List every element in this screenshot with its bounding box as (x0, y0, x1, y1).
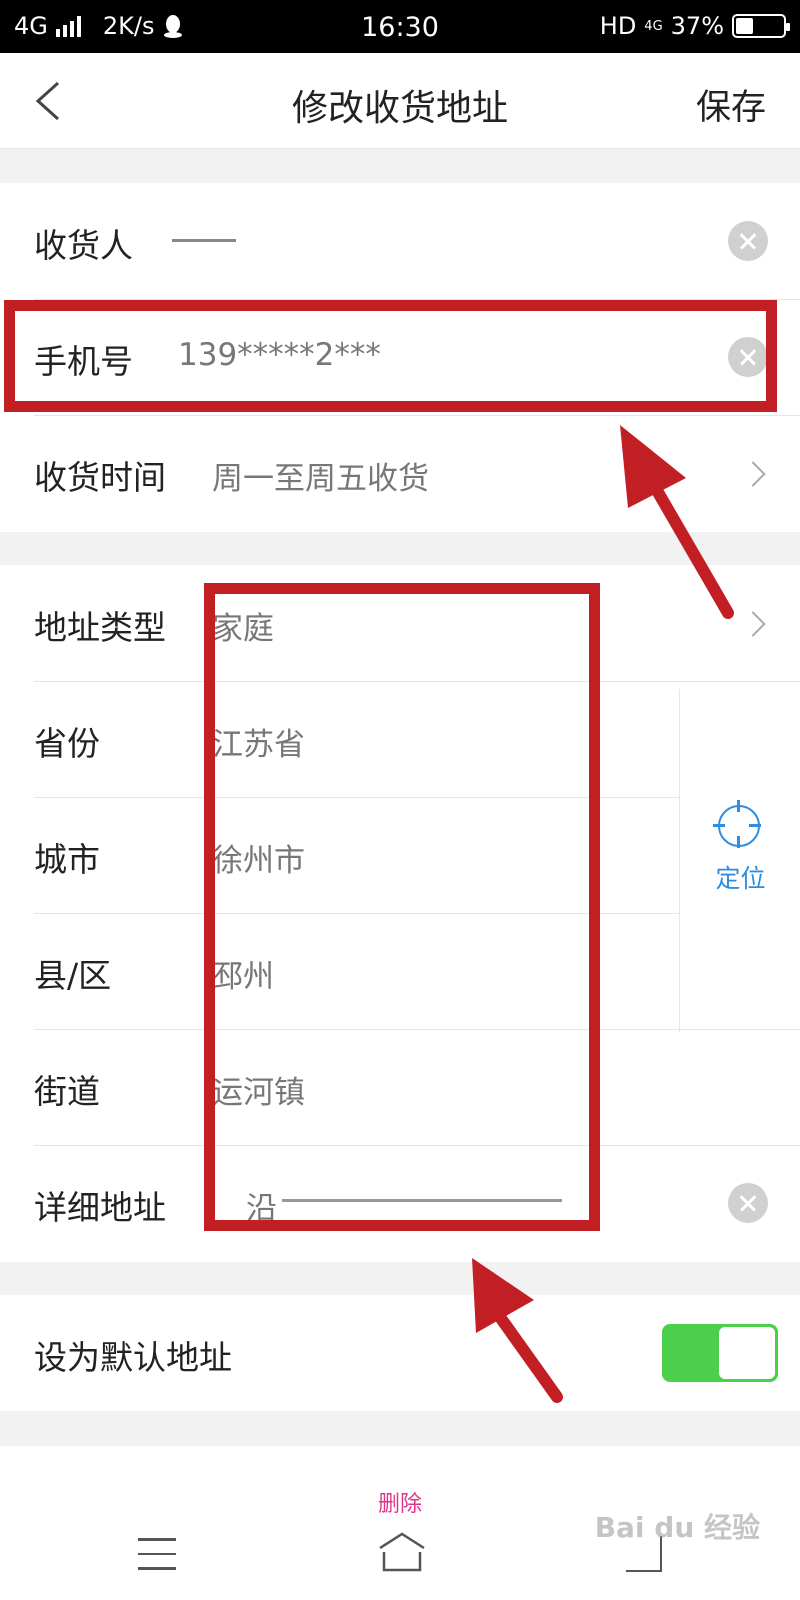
battery-percent: 37% (670, 12, 724, 40)
default-label: 设为默认地址 (34, 1338, 232, 1377)
street-label: 街道 (34, 1072, 100, 1111)
receiver-label: 收货人 (34, 226, 133, 265)
hd-indicator: HD (599, 12, 637, 40)
menu-icon[interactable] (138, 1538, 176, 1570)
annotation-address-box (204, 583, 600, 1231)
delivery-time-row[interactable]: 收货时间 周一至周五收货 (0, 415, 800, 531)
default-section: 设为默认地址 (0, 1295, 800, 1411)
delivery-time-label: 收货时间 (34, 458, 166, 497)
nav-bar: 修改收货地址 保存 (0, 53, 800, 149)
province-label: 省份 (34, 724, 100, 763)
locate-button[interactable]: 定位 (679, 689, 800, 1032)
crosshair-icon (713, 800, 761, 848)
network-small: 4G (644, 18, 663, 34)
bottom-area: 删除 Bai du 经验 (0, 1446, 800, 1600)
page-title: 修改收货地址 (291, 88, 508, 129)
clear-receiver-icon[interactable] (728, 221, 768, 261)
status-right: HD 4G 37% (599, 12, 790, 40)
locate-label: 定位 (715, 864, 766, 893)
chevron-right-icon (740, 611, 766, 637)
watermark: Bai du 经验 (594, 1511, 760, 1544)
battery-icon (732, 14, 790, 38)
battery-fill (736, 18, 753, 34)
toggle-knob (719, 1327, 775, 1379)
home-icon[interactable] (376, 1530, 428, 1574)
chevron-right-icon (740, 461, 766, 487)
save-button[interactable]: 保存 (696, 79, 766, 130)
annotation-phone-box (4, 300, 777, 412)
status-bar: 4G 2K/s 16:30 HD 4G 37% (0, 0, 800, 53)
address-type-label: 地址类型 (34, 608, 166, 647)
clear-detail-icon[interactable] (728, 1183, 768, 1223)
default-row: 设为默认地址 (0, 1295, 800, 1411)
detail-address-label: 详细地址 (34, 1188, 166, 1227)
city-label: 城市 (34, 840, 100, 879)
delivery-time-value: 周一至周五收货 (212, 461, 429, 497)
receiver-row[interactable]: 收货人 (0, 183, 800, 299)
default-toggle[interactable] (662, 1324, 778, 1382)
district-label: 县/区 (34, 956, 112, 995)
redacted-name-scribble (172, 239, 236, 242)
